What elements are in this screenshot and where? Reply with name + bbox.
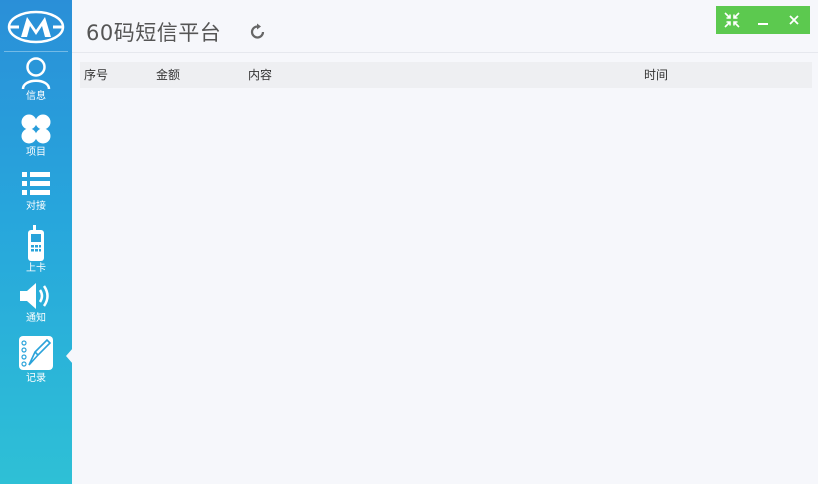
notebook-icon [19, 336, 53, 370]
sidebar-item-label: 对接 [26, 201, 46, 212]
restore-button[interactable] [719, 7, 745, 33]
sidebar-item-project[interactable]: 项目 [0, 112, 72, 168]
sidebar: 信息 项目 对接 上卡 通知 记录 [0, 0, 73, 484]
column-header-amount[interactable]: 金额 [156, 68, 180, 82]
sidebar-item-label: 上卡 [26, 263, 46, 274]
sidebar-item-label: 记录 [26, 373, 46, 384]
clover-icon [21, 114, 51, 144]
sidebar-item-records[interactable]: 记录 [0, 334, 72, 390]
sidebar-item-label: 项目 [26, 147, 46, 158]
header-divider [72, 52, 818, 53]
user-icon [21, 57, 51, 90]
close-button[interactable] [781, 7, 807, 33]
list-icon [22, 172, 50, 195]
window-controls [716, 6, 810, 34]
sidebar-item-label: 通知 [26, 313, 46, 324]
restore-icon [724, 12, 740, 28]
active-nav-pointer [66, 348, 73, 364]
column-header-index[interactable]: 序号 [84, 68, 108, 82]
sidebar-item-connect[interactable]: 对接 [0, 168, 72, 224]
page-title: 60码短信平台 [86, 21, 222, 45]
logo-divider [4, 51, 68, 52]
column-header-time[interactable]: 时间 [644, 68, 668, 82]
app-logo-icon [7, 10, 65, 44]
sidebar-item-card[interactable]: 上卡 [0, 224, 72, 280]
column-header-content[interactable]: 内容 [248, 68, 272, 82]
header: 60码短信平台 [72, 0, 818, 52]
table-body [80, 88, 812, 478]
sidebar-item-label: 信息 [26, 91, 46, 102]
sidebar-item-info[interactable]: 信息 [0, 56, 72, 112]
minimize-button[interactable] [750, 7, 776, 33]
close-icon [789, 15, 799, 25]
sidebar-item-notify[interactable]: 通知 [0, 280, 72, 336]
refresh-icon[interactable] [248, 22, 268, 42]
table-header: 序号 金额 内容 时间 [80, 62, 812, 88]
speaker-icon [20, 283, 49, 309]
phone-icon [28, 225, 44, 261]
minimize-icon [757, 23, 768, 25]
